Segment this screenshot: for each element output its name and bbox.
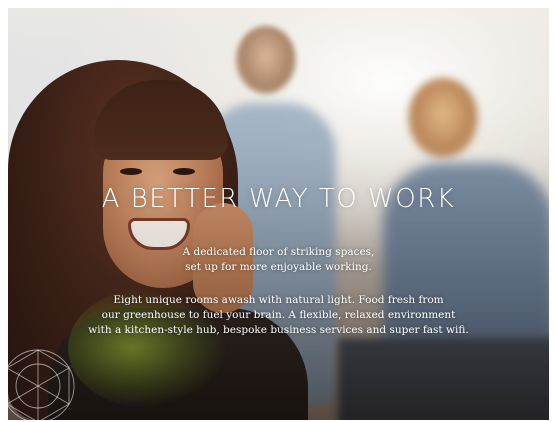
hero-headline: A BETTER WAY TO WORK [101, 184, 456, 214]
hero-description: Eight unique rooms awash with natural li… [8, 293, 549, 338]
hero-intro: A dedicated floor of striking spaces, se… [8, 245, 549, 275]
hero-banner: A BETTER WAY TO WORK A dedicated floor o… [8, 8, 549, 420]
hero-intro-line: set up for more enjoyable working. [185, 261, 372, 273]
hero-description-line: with a kitchen-style hub, bespoke busine… [88, 324, 469, 336]
hero-intro-line: A dedicated floor of striking spaces, [182, 246, 375, 258]
hero-description-line: our greenhouse to fuel your brain. A fle… [101, 309, 456, 321]
hero-description-line: Eight unique rooms awash with natural li… [113, 294, 444, 306]
geometric-line-emblem-icon [8, 349, 75, 420]
